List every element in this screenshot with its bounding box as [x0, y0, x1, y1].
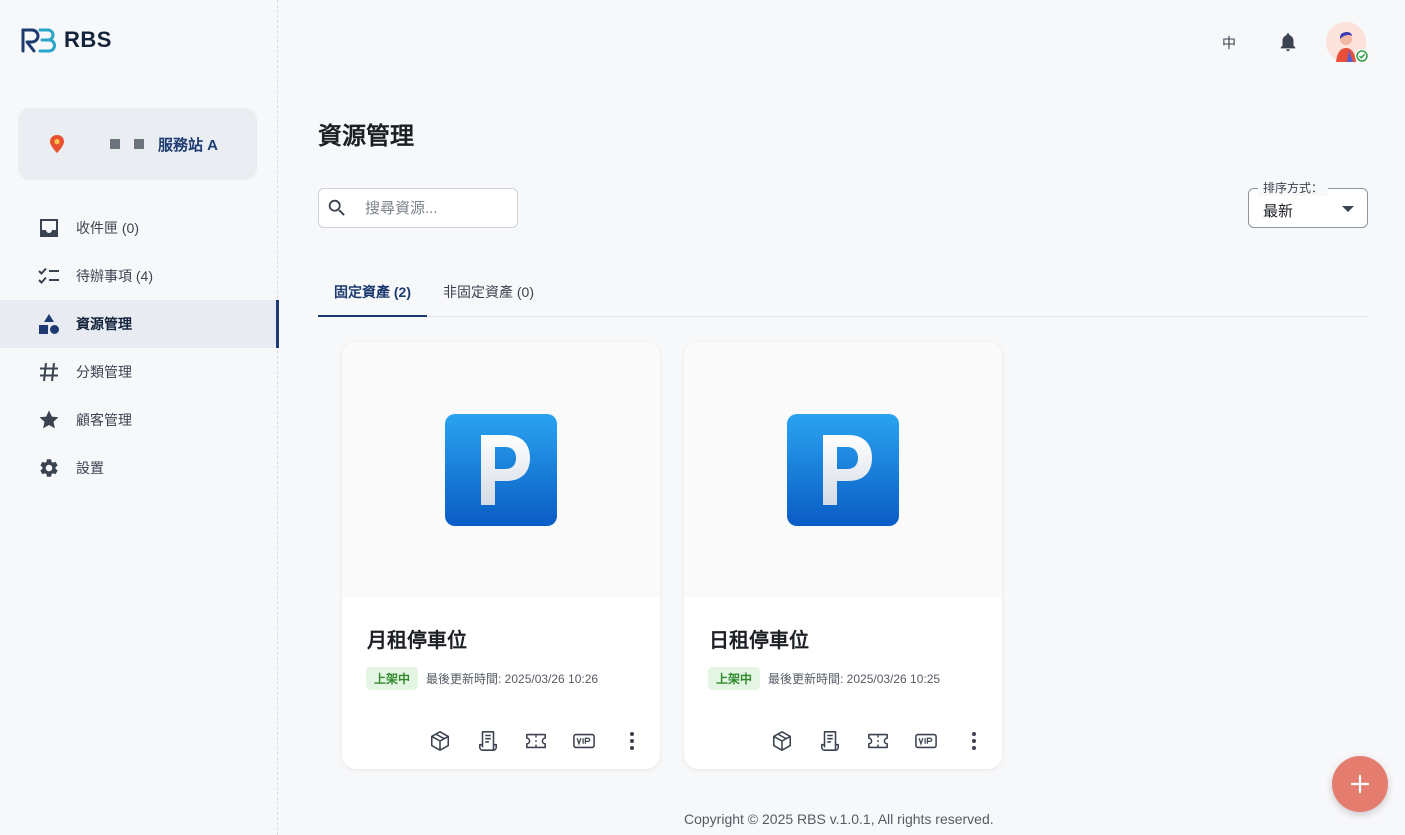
- page-title: 資源管理: [318, 123, 414, 150]
- station-placeholder-block: [134, 139, 144, 149]
- resource-image: [342, 342, 660, 597]
- sidebar-item-categories[interactable]: 分類管理: [0, 348, 278, 396]
- parking-sign-icon: [445, 413, 557, 526]
- star-icon: [38, 409, 60, 431]
- sidebar-item-settings[interactable]: 設置: [0, 444, 278, 492]
- sidebar: RBS 服務站 A 收件匣 (0) 待辦事項 (4) 資源管理 分類管理 顧客管…: [0, 0, 279, 835]
- resource-image: [684, 342, 1002, 597]
- logo-mark-icon: [21, 28, 56, 53]
- status-badge: 上架中: [708, 667, 761, 690]
- search-input[interactable]: [365, 199, 505, 217]
- parking-sign-icon: [787, 413, 899, 526]
- sidebar-item-label: 待辦事項 (4): [76, 268, 153, 284]
- sidebar-item-todo[interactable]: 待辦事項 (4): [0, 252, 278, 300]
- sidebar-item-label: 顧客管理: [76, 412, 132, 428]
- checklist-icon: [38, 265, 60, 287]
- user-avatar[interactable]: [1326, 22, 1369, 63]
- tab-non-fixed-assets[interactable]: 非固定資產 (0): [427, 268, 550, 316]
- language-switch[interactable]: 中: [1222, 33, 1236, 53]
- hashtag-icon: [38, 361, 60, 383]
- receipt-icon[interactable]: [819, 730, 841, 752]
- ticket-icon[interactable]: [525, 730, 547, 752]
- shapes-icon: [38, 313, 60, 335]
- sidebar-item-label: 設置: [76, 460, 104, 476]
- sidebar-item-label: 資源管理: [76, 316, 132, 332]
- resource-card[interactable]: 月租停車位 上架中 最後更新時間: 2025/03/26 10:26: [342, 342, 660, 769]
- sort-select[interactable]: 排序方式： 最新: [1248, 180, 1368, 228]
- sidebar-item-resources[interactable]: 資源管理: [0, 300, 279, 348]
- vip-icon[interactable]: [573, 730, 595, 752]
- resource-card[interactable]: 日租停車位 上架中 最後更新時間: 2025/03/26 10:25: [684, 342, 1002, 769]
- ticket-icon[interactable]: [867, 730, 889, 752]
- sidebar-item-customers[interactable]: 顧客管理: [0, 396, 278, 444]
- vip-icon[interactable]: [915, 730, 937, 752]
- dropdown-caret-icon: [1342, 206, 1354, 212]
- card-actions: [342, 730, 660, 752]
- app-name: RBS: [64, 27, 112, 52]
- receipt-icon[interactable]: [477, 730, 499, 752]
- plus-icon: [1350, 774, 1370, 794]
- sidebar-item-label: 分類管理: [76, 364, 132, 380]
- gear-icon: [38, 457, 60, 479]
- app-logo[interactable]: RBS: [20, 27, 112, 53]
- sidebar-item-label: 收件匣 (0): [76, 220, 139, 236]
- search-box[interactable]: [318, 188, 518, 228]
- inbox-icon: [38, 217, 60, 239]
- station-name: 服務站 A: [158, 136, 219, 154]
- notification-bell-icon[interactable]: [1277, 31, 1299, 53]
- more-vertical-icon[interactable]: [963, 730, 985, 752]
- package-icon[interactable]: [429, 730, 451, 752]
- location-pin-icon: [50, 135, 64, 153]
- station-placeholder-block: [110, 139, 120, 149]
- footer-copyright: Copyright © 2025 RBS v.1.0.1, All rights…: [684, 811, 994, 827]
- resource-title: 月租停車位: [367, 630, 467, 652]
- more-vertical-icon[interactable]: [621, 730, 643, 752]
- add-resource-button[interactable]: [1332, 756, 1388, 812]
- sidebar-item-inbox[interactable]: 收件匣 (0): [0, 204, 278, 252]
- online-status-icon: [1355, 49, 1369, 63]
- package-icon[interactable]: [771, 730, 793, 752]
- status-badge: 上架中: [366, 667, 419, 690]
- search-icon: [328, 199, 345, 216]
- sort-label: 排序方式：: [1258, 180, 1329, 196]
- sort-value: 最新: [1263, 203, 1294, 220]
- card-actions: [684, 730, 1002, 752]
- sidebar-nav: 收件匣 (0) 待辦事項 (4) 資源管理 分類管理 顧客管理 設置: [0, 204, 279, 492]
- last-updated: 最後更新時間: 2025/03/26 10:25: [768, 672, 941, 686]
- last-updated: 最後更新時間: 2025/03/26 10:26: [426, 672, 599, 686]
- station-selector[interactable]: 服務站 A: [18, 108, 257, 180]
- resource-title: 日租停車位: [709, 630, 809, 652]
- tab-fixed-assets[interactable]: 固定資產 (2): [318, 268, 427, 317]
- asset-tabs: 固定資產 (2) 非固定資產 (0): [318, 268, 1368, 317]
- resource-card-list: 月租停車位 上架中 最後更新時間: 2025/03/26 10:26 日租停車位…: [342, 342, 1002, 769]
